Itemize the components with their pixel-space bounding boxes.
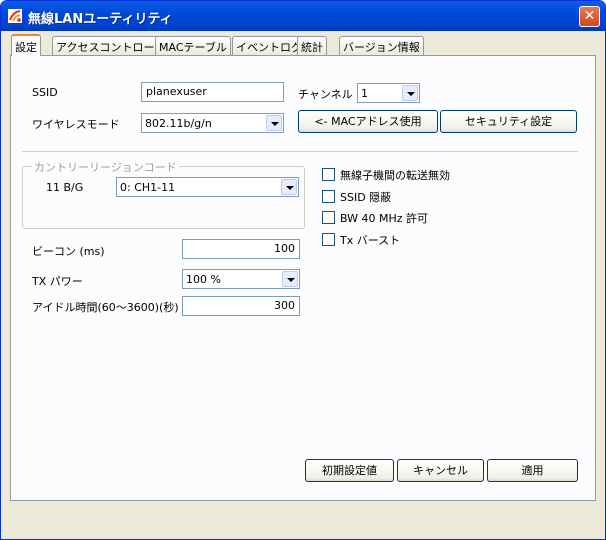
region-select[interactable]: 0: CH1-11: [116, 177, 299, 197]
title-bar[interactable]: 無線LANユーティリティ ✕: [1, 1, 605, 31]
country-region-title: カントリーリージョンコード: [32, 159, 179, 175]
tab-mac-table[interactable]: MACテーブル: [155, 36, 231, 55]
country-region-group: [22, 166, 305, 229]
beacon-label: ビーコン (ms): [32, 245, 105, 258]
hide-ssid-label: SSID 隠蔽: [340, 191, 392, 204]
tx-power-select[interactable]: 100 %: [182, 269, 300, 289]
hide-ssid-checkbox[interactable]: [322, 190, 335, 203]
tx-burst-label: Tx バースト: [340, 234, 401, 247]
chevron-down-icon[interactable]: [281, 179, 297, 195]
wireless-mode-label: ワイヤレスモード: [32, 118, 120, 131]
wireless-mode-value: 802.11b/g/n: [145, 117, 212, 130]
wireless-app-icon: [7, 8, 23, 24]
separator: [22, 151, 578, 153]
chevron-down-icon[interactable]: [402, 85, 418, 101]
band-label: 11 B/G: [46, 181, 84, 194]
ssid-input[interactable]: planexuser: [141, 82, 284, 102]
chevron-down-icon[interactable]: [266, 115, 282, 131]
tab-version-info[interactable]: バージョン情報: [339, 36, 424, 55]
apply-button[interactable]: 適用: [487, 459, 578, 482]
channel-label: チャンネル: [298, 88, 353, 101]
disable-inter-client-forwarding-label: 無線子機間の転送無効: [340, 169, 450, 182]
allow-bw40-label: BW 40 MHz 許可: [340, 212, 429, 225]
use-mac-address-button[interactable]: <- MACアドレス使用: [298, 110, 438, 133]
tab-access-control[interactable]: アクセスコントロール: [52, 36, 170, 55]
tab-event-log[interactable]: イベントログ: [232, 36, 306, 55]
tab-settings[interactable]: 設定: [11, 34, 41, 56]
cancel-button[interactable]: キャンセル: [397, 459, 484, 482]
disable-inter-client-forwarding-checkbox[interactable]: [322, 168, 335, 181]
defaults-button[interactable]: 初期設定値: [305, 459, 394, 482]
close-button[interactable]: ✕: [579, 6, 600, 27]
beacon-input[interactable]: 100: [182, 239, 300, 259]
channel-select[interactable]: 1: [357, 83, 420, 103]
ssid-label: SSID: [32, 86, 58, 99]
tx-burst-checkbox[interactable]: [322, 233, 335, 246]
security-settings-button[interactable]: セキュリティ設定: [440, 110, 577, 133]
wireless-mode-select[interactable]: 802.11b/g/n: [141, 113, 284, 133]
idle-time-input[interactable]: 300: [182, 296, 300, 316]
tx-power-value: 100 %: [186, 273, 221, 286]
window-title: 無線LANユーティリティ: [28, 12, 173, 27]
channel-value: 1: [361, 87, 368, 100]
region-value: 0: CH1-11: [120, 181, 176, 194]
idle-time-label: アイドル時間(60～3600)(秒): [32, 301, 179, 314]
close-icon: ✕: [583, 8, 596, 24]
allow-bw40-checkbox[interactable]: [322, 211, 335, 224]
tx-power-label: TX パワー: [32, 275, 83, 288]
chevron-down-icon[interactable]: [282, 271, 298, 287]
tab-statistics[interactable]: 統計: [297, 36, 327, 55]
